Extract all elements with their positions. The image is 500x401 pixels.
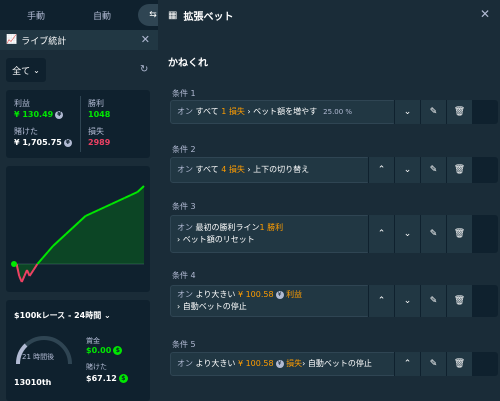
- wagered-label: 賭けた: [14, 127, 38, 136]
- prize-label: 賞金: [86, 337, 100, 345]
- race-title[interactable]: $100kレース - 24時間 ⌄: [14, 310, 111, 321]
- advanced-bet-title: 拡張ベット: [183, 11, 234, 23]
- delete-button[interactable]: 🗑: [446, 352, 472, 376]
- condition-row: オン すべて 4 損失 › 上下の切り替え ⌃ ⌄ ✎ 🗑: [170, 157, 498, 183]
- edit-button[interactable]: ✎: [420, 100, 446, 124]
- tab-auto[interactable]: 自動: [72, 4, 132, 26]
- condition-row: オン より大きい ¥ 100.58 ¥ 利益 › 自動ベットの停止 ⌃ ⌄ ✎ 🗑: [170, 285, 498, 317]
- condition-row: オン 最初の勝利ライン1 勝利 › ベット額のリセット ⌃ ⌄ ✎ 🗑: [170, 215, 498, 253]
- dollar-icon: $: [113, 346, 123, 355]
- mode-tabs: 手動 自動 ⇆: [0, 0, 158, 30]
- currency-icon: ¥: [55, 110, 64, 119]
- edit-button[interactable]: ✎: [420, 157, 446, 183]
- edit-button[interactable]: ✎: [420, 352, 446, 376]
- wins-label: 勝利: [88, 99, 104, 108]
- chevron-up-icon: ⌃: [377, 165, 386, 175]
- chevron-down-icon: ⌄: [33, 65, 40, 75]
- chevron-down-icon: ⌄: [403, 107, 412, 117]
- trash-icon: 🗑: [453, 359, 466, 369]
- move-up-button[interactable]: ⌃: [394, 352, 420, 376]
- chevron-down-icon: ⌄: [104, 311, 111, 320]
- condition-text[interactable]: オン より大きい ¥ 100.58 ¥ 損失› 自動ベットの停止: [170, 352, 404, 376]
- tab-advanced-icon[interactable]: ⇆: [138, 4, 158, 26]
- chevron-down-icon: ⌄: [403, 165, 412, 175]
- currency-icon: ¥: [275, 359, 284, 368]
- advanced-bet-header: ▦ 拡張ベット ✕: [158, 0, 500, 30]
- prize-value: $0.00 $: [86, 346, 123, 355]
- move-down-button[interactable]: ⌄: [394, 157, 420, 183]
- pencil-icon: ✎: [429, 165, 438, 175]
- move-down-button[interactable]: ⌄: [394, 285, 420, 317]
- delete-button[interactable]: 🗑: [446, 285, 472, 317]
- delete-button[interactable]: 🗑: [446, 215, 472, 253]
- close-live-stats-icon[interactable]: ✕: [141, 33, 150, 46]
- delete-button[interactable]: 🗑: [446, 100, 472, 124]
- profit-value: ¥ 130.49 ¥: [14, 110, 64, 119]
- condition-label: 条件 5: [172, 340, 196, 349]
- profit-chart-svg: [11, 185, 145, 283]
- wins-value: 1048: [88, 110, 111, 119]
- close-advanced-bet-icon[interactable]: ✕: [480, 7, 490, 21]
- chevron-up-icon: ⌃: [403, 359, 412, 369]
- stats-box: 利益 ¥ 130.49 ¥ 賭けた ¥ 1,705.75 ¥ 勝利 1048 損失 …: [6, 90, 150, 158]
- live-stats-header: 📈 ライブ統計 ✕: [0, 30, 158, 50]
- advanced-bet-panel: ▦ 拡張ベット ✕ かねくれ 条件 1 オン すべて 1 損失 › ベット額を増…: [158, 0, 500, 401]
- condition-label: 条件 1: [172, 89, 196, 98]
- condition-row: オン より大きい ¥ 100.58 ¥ 損失› 自動ベットの停止 ⌃ ✎ 🗑: [170, 352, 498, 376]
- pencil-icon: ✎: [429, 296, 438, 306]
- tab-manual[interactable]: 手動: [6, 4, 66, 26]
- calculator-icon: ▦: [168, 9, 178, 21]
- trash-icon: 🗑: [453, 296, 466, 306]
- condition-text[interactable]: オン より大きい ¥ 100.58 ¥ 利益 › 自動ベットの停止: [170, 285, 370, 317]
- divider: [80, 96, 81, 152]
- chart-start-point: [11, 261, 17, 267]
- move-up-button[interactable]: ⌃: [368, 157, 394, 183]
- pencil-icon: ✎: [429, 359, 438, 369]
- edit-button[interactable]: ✎: [420, 285, 446, 317]
- currency-icon: ¥: [63, 138, 72, 147]
- chart-area: [14, 186, 144, 282]
- race-wagered-label: 賭けた: [86, 363, 107, 371]
- race-rank: 13010th: [14, 378, 52, 387]
- condition-label: 条件 2: [172, 145, 196, 154]
- losses-label: 損失: [88, 127, 104, 136]
- profit-label: 利益: [14, 99, 30, 108]
- move-up-button[interactable]: ⌃: [368, 285, 394, 317]
- condition-label: 条件 3: [172, 202, 196, 211]
- dollar-icon: $: [118, 374, 128, 383]
- currency-icon: ¥: [275, 290, 284, 299]
- live-stats-panel: 手動 自動 ⇆ 📈 ライブ統計 ✕ 全て ⌄ ↻ 利益 ¥ 130.49 ¥ 賭けた…: [0, 0, 158, 401]
- race-wagered-value: $67.12 $: [86, 374, 128, 383]
- losses-value: 2989: [88, 138, 111, 147]
- condition-row: オン すべて 1 損失 › ベット額を増やす 25.00 % ⌄ ✎ 🗑: [170, 100, 498, 124]
- race-box: $100kレース - 24時間 ⌄ 21 時間後 13010th 賞金 $0.0…: [6, 300, 150, 401]
- profit-chart: [6, 166, 150, 292]
- move-down-button[interactable]: ⌄: [394, 215, 420, 253]
- live-stats-title: ライブ統計: [21, 36, 67, 47]
- filter-dropdown[interactable]: 全て ⌄: [6, 58, 46, 82]
- chevron-down-icon: ⌄: [403, 296, 412, 306]
- pencil-icon: ✎: [429, 107, 438, 117]
- delete-button[interactable]: 🗑: [446, 157, 472, 183]
- move-down-button[interactable]: ⌄: [394, 100, 420, 124]
- move-up-button[interactable]: ⌃: [368, 215, 394, 253]
- wagered-value: ¥ 1,705.75 ¥: [14, 138, 72, 147]
- trash-icon: 🗑: [453, 165, 466, 175]
- condition-text[interactable]: オン 最初の勝利ライン1 勝利 › ベット額のリセット: [170, 215, 370, 253]
- condition-label: 条件 4: [172, 271, 196, 280]
- condition-text[interactable]: オン すべて 4 損失 › 上下の切り替え: [170, 157, 370, 183]
- chevron-up-icon: ⌃: [377, 296, 386, 306]
- chart-icon: 📈: [6, 35, 18, 45]
- race-timer: 21 時間後: [22, 353, 55, 361]
- strategy-name: かねくれ: [168, 58, 208, 69]
- trash-icon: 🗑: [453, 107, 466, 117]
- chevron-up-icon: ⌃: [377, 229, 386, 239]
- edit-button[interactable]: ✎: [420, 215, 446, 253]
- trash-icon: 🗑: [453, 229, 466, 239]
- refresh-icon[interactable]: ↻: [140, 64, 148, 75]
- chevron-down-icon: ⌄: [403, 229, 412, 239]
- pencil-icon: ✎: [429, 229, 438, 239]
- condition-text[interactable]: オン すべて 1 損失 › ベット額を増やす 25.00 %: [170, 100, 396, 124]
